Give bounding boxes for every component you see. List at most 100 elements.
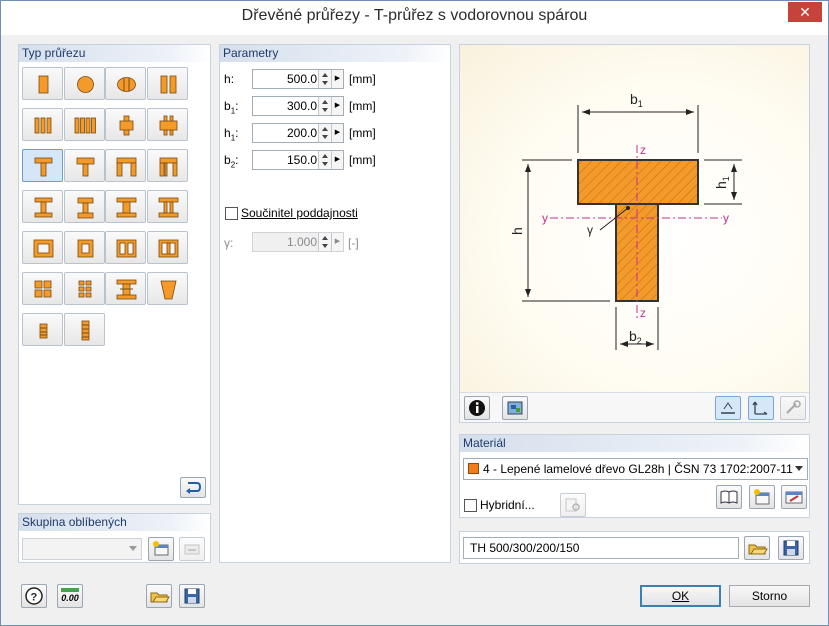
section-type-box2-icon[interactable] <box>63 231 105 264</box>
chevron-down-icon <box>129 546 137 551</box>
section-type-I-icon[interactable] <box>22 190 63 223</box>
favorites-header: Skupina oblíbených <box>19 514 210 531</box>
section-type-header: Typ průřezu <box>19 45 210 62</box>
info-icon[interactable] <box>464 396 490 420</box>
favorites-edit-icon[interactable] <box>179 537 205 561</box>
gamma-spinner[interactable] <box>318 233 331 251</box>
section-type-I2-icon[interactable] <box>63 190 105 223</box>
label-y-left: y <box>542 211 548 225</box>
gamma-unit: [-] <box>348 236 359 250</box>
svg-text:?: ? <box>31 592 38 604</box>
cancel-button[interactable]: Storno <box>729 585 810 607</box>
ok-label: OK <box>671 589 690 603</box>
gamma-arrow-icon[interactable]: ▶ <box>331 233 343 251</box>
drawing-canvas: b1 h h1 b2 y y z z γ <box>460 45 809 392</box>
section-name-input[interactable]: TH 500/300/200/150 <box>463 537 739 559</box>
hybrid-checkbox[interactable] <box>464 499 477 512</box>
section-type-lam-tall-icon[interactable] <box>63 313 105 346</box>
section-type-box4-icon[interactable] <box>146 231 188 264</box>
param-spinner[interactable] <box>318 124 331 142</box>
ok-button[interactable]: OK <box>640 585 721 607</box>
open-section-icon[interactable] <box>744 536 770 560</box>
coefficient-label[interactable]: Součinitel poddajnosti <box>241 206 358 220</box>
save-file-icon[interactable] <box>179 584 205 608</box>
section-type-quad-icon[interactable] <box>63 108 105 141</box>
hybrid-label[interactable]: Hybridní... <box>480 498 535 512</box>
dialog-title: Dřevěné průřezy - T-průřez s vodorovnou … <box>241 7 588 24</box>
param-input[interactable]: 300.0 ▶ <box>252 96 344 116</box>
material-color-swatch <box>468 463 479 474</box>
section-type-I-lam-icon[interactable] <box>105 272 146 305</box>
add-favorite-icon[interactable] <box>148 537 174 561</box>
material-library-icon[interactable] <box>716 485 742 509</box>
param-label: h: <box>224 72 235 86</box>
param-label: b1: <box>224 99 239 116</box>
section-type-pi-icon[interactable] <box>105 149 146 182</box>
label-gamma: γ <box>587 223 593 237</box>
material-panel: Materiál 4 - Lepené lamelové dřevo GL28h… <box>459 434 810 518</box>
param-input[interactable]: 150.0 ▶ <box>252 150 344 170</box>
gamma-value: 1.000 <box>286 235 317 249</box>
label-h1: h1 <box>713 176 731 189</box>
param-spinner[interactable] <box>318 70 331 88</box>
decimal-places-icon[interactable]: 0.00 <box>57 584 83 608</box>
restore-icon[interactable] <box>180 477 206 498</box>
material-select[interactable]: 4 - Lepené lamelové dřevo GL28h | ČSN 73… <box>463 458 808 480</box>
coefficient-checkbox[interactable] <box>225 207 238 220</box>
open-file-icon[interactable] <box>146 584 172 608</box>
gamma-label: γ: <box>224 236 234 250</box>
edit-material-icon[interactable] <box>781 485 807 509</box>
param-value: 150.0 <box>286 153 317 167</box>
param-label: b2: <box>224 153 239 170</box>
section-type-lam-small-icon[interactable] <box>22 313 63 346</box>
section-type-I4-icon[interactable] <box>146 190 188 223</box>
section-type-box3-icon[interactable] <box>105 231 146 264</box>
label-y-right: y <box>723 211 729 225</box>
param-value: 300.0 <box>286 99 317 113</box>
section-name-value: TH 500/300/200/150 <box>470 541 580 555</box>
param-unit: [mm] <box>349 153 376 167</box>
param-input[interactable]: 200.0 ▶ <box>252 123 344 143</box>
param-label: h1: <box>224 126 239 143</box>
properties-icon[interactable] <box>502 396 528 420</box>
section-type-tee-icon[interactable] <box>22 149 63 182</box>
section-type-triple-icon[interactable] <box>22 108 63 141</box>
section-type-circle-icon[interactable] <box>63 67 105 100</box>
section-type-cross-icon[interactable] <box>105 108 146 141</box>
label-b2: b2 <box>629 328 642 346</box>
param-arrow-icon[interactable]: ▶ <box>331 97 343 115</box>
param-spinner[interactable] <box>318 151 331 169</box>
section-type-cross2-icon[interactable] <box>146 108 188 141</box>
hybrid-search-icon[interactable] <box>560 493 586 517</box>
section-type-box-open-icon[interactable] <box>146 149 188 182</box>
parameters-panel: Parametry h: 500.0 ▶ [mm] b1: 300.0 ▶ [m… <box>219 44 451 563</box>
section-type-grid4-icon[interactable] <box>22 272 63 305</box>
section-type-box-icon[interactable] <box>22 231 63 264</box>
section-type-tee-h-icon[interactable] <box>63 149 105 182</box>
close-button[interactable]: ✕ <box>788 2 822 22</box>
gamma-input[interactable]: 1.000 ▶ <box>252 232 344 252</box>
section-type-rect-icon[interactable] <box>22 67 63 100</box>
section-type-double-icon[interactable] <box>146 67 188 100</box>
flange-shape <box>577 159 699 205</box>
section-type-taper-icon[interactable] <box>146 272 188 305</box>
favorites-select[interactable] <box>22 538 142 560</box>
section-type-round-lam-icon[interactable] <box>105 67 146 100</box>
section-type-I3-icon[interactable] <box>105 190 146 223</box>
save-section-icon[interactable] <box>778 536 804 560</box>
new-material-icon[interactable] <box>749 485 775 509</box>
axes-icon[interactable] <box>748 396 774 420</box>
param-arrow-icon[interactable]: ▶ <box>331 70 343 88</box>
decimal-bar <box>61 588 79 592</box>
param-arrow-icon[interactable]: ▶ <box>331 124 343 142</box>
param-spinner[interactable] <box>318 97 331 115</box>
param-input[interactable]: 500.0 ▶ <box>252 69 344 89</box>
help-icon[interactable]: ? <box>21 584 47 608</box>
section-name-panel: TH 500/300/200/150 <box>459 531 810 564</box>
param-arrow-icon[interactable]: ▶ <box>331 151 343 169</box>
material-value: 4 - Lepené lamelové dřevo GL28h | ČSN 73… <box>483 462 793 476</box>
parameters-header: Parametry <box>220 45 450 62</box>
dimensions-icon[interactable] <box>715 396 741 420</box>
settings-icon[interactable] <box>780 396 806 420</box>
section-type-grid6-icon[interactable] <box>63 272 105 305</box>
